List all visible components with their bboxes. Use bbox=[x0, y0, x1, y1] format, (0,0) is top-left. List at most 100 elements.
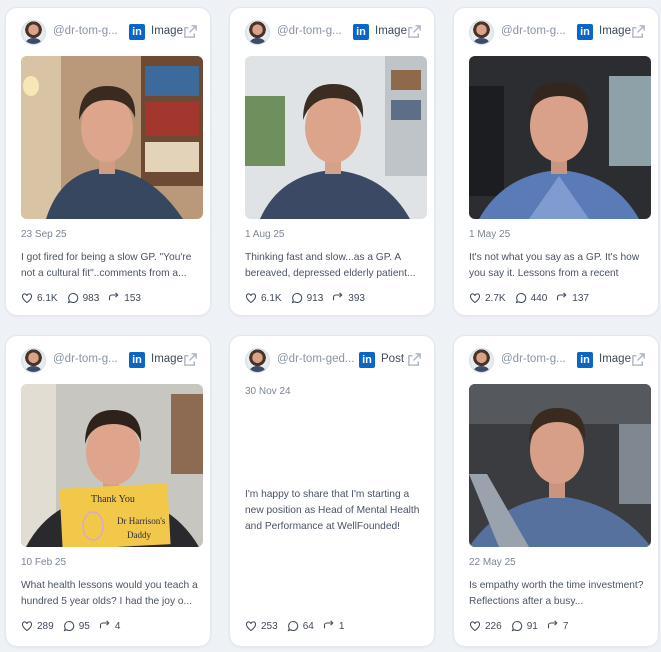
avatar[interactable] bbox=[21, 348, 46, 373]
comment-icon bbox=[291, 292, 302, 304]
repost-icon bbox=[323, 620, 334, 629]
heart-icon bbox=[21, 621, 33, 632]
post-date: 1 Aug 25 bbox=[245, 229, 285, 240]
avatar[interactable] bbox=[469, 348, 494, 373]
post-image[interactable] bbox=[21, 56, 203, 219]
repost-icon bbox=[109, 292, 119, 301]
post-excerpt[interactable]: What health lessons would you teach a hu… bbox=[21, 578, 199, 610]
post-type-label: Post bbox=[381, 353, 405, 365]
comments-count: 913 bbox=[306, 292, 324, 304]
post-image[interactable] bbox=[469, 56, 651, 219]
external-link-icon[interactable] bbox=[631, 24, 646, 39]
card-header: @dr-tom-ged... in Post bbox=[230, 348, 434, 374]
external-link-icon[interactable] bbox=[183, 24, 198, 39]
reposts-count: 153 bbox=[124, 292, 141, 304]
post-card[interactable]: @dr-tom-g... in Image 1 May 25 It's not … bbox=[453, 7, 659, 316]
post-excerpt[interactable]: Is empathy worth the time investment? Re… bbox=[469, 578, 647, 610]
author-handle[interactable]: @dr-tom-ged... bbox=[277, 353, 361, 365]
reposts-count: 4 bbox=[114, 620, 121, 632]
post-type-label: Image bbox=[151, 25, 183, 37]
linkedin-icon: in bbox=[359, 352, 375, 368]
author-handle[interactable]: @dr-tom-g... bbox=[53, 353, 125, 365]
post-date: 23 Sep 25 bbox=[21, 229, 67, 240]
reposts-count: 137 bbox=[572, 292, 589, 304]
post-card[interactable]: @dr-tom-g... in Image 23 Sep 25 I got fi… bbox=[5, 7, 211, 316]
heart-icon bbox=[245, 621, 257, 632]
avatar[interactable] bbox=[469, 20, 494, 45]
post-type-label: Image bbox=[599, 353, 631, 365]
reposts-stat: 1 bbox=[323, 620, 345, 632]
card-text-line: Dr Harrison's bbox=[117, 516, 166, 526]
repost-icon bbox=[333, 292, 343, 301]
author-handle[interactable]: @dr-tom-g... bbox=[501, 25, 573, 37]
comments-stat: 440 bbox=[515, 292, 547, 304]
heart-icon bbox=[469, 621, 481, 632]
post-excerpt[interactable]: Thinking fast and slow...as a GP. A bere… bbox=[245, 250, 423, 282]
heart-icon bbox=[469, 293, 481, 304]
linkedin-icon: in bbox=[129, 24, 145, 40]
post-card[interactable]: @dr-tom-ged... in Post 30 Nov 24 I'm hap… bbox=[229, 335, 435, 647]
comment-icon bbox=[515, 292, 526, 304]
post-image[interactable] bbox=[469, 384, 651, 547]
external-link-icon[interactable] bbox=[407, 24, 422, 39]
reposts-count: 7 bbox=[562, 620, 569, 632]
linkedin-icon: in bbox=[577, 352, 593, 368]
heart-icon bbox=[21, 293, 33, 304]
card-header: @dr-tom-g... in Image bbox=[454, 20, 658, 46]
post-card[interactable]: @dr-tom-g... in Image Thank You Dr Harri… bbox=[5, 335, 211, 647]
comments-stat: 983 bbox=[67, 292, 99, 304]
post-image[interactable]: Thank You Dr Harrison's Daddy bbox=[21, 384, 203, 547]
likes-stat: 2.7K bbox=[469, 292, 506, 304]
avatar[interactable] bbox=[21, 20, 46, 45]
repost-icon bbox=[99, 620, 110, 629]
comments-count: 64 bbox=[302, 620, 314, 632]
card-header: @dr-tom-g... in Image bbox=[6, 348, 210, 374]
post-image[interactable] bbox=[245, 56, 427, 219]
reposts-count: 393 bbox=[348, 292, 365, 304]
likes-stat: 6.1K bbox=[21, 292, 58, 304]
repost-icon bbox=[557, 292, 567, 301]
avatar[interactable] bbox=[245, 348, 270, 373]
post-excerpt[interactable]: I got fired for being a slow GP. "You're… bbox=[21, 250, 199, 282]
post-date: 30 Nov 24 bbox=[245, 386, 291, 397]
post-type-label: Image bbox=[151, 353, 183, 365]
engagement-stats: 226 91 7 bbox=[469, 618, 568, 634]
repost-icon bbox=[547, 620, 558, 629]
card-header: @dr-tom-g... in Image bbox=[6, 20, 210, 46]
engagement-stats: 6.1K 983 153 bbox=[21, 290, 141, 306]
likes-stat: 253 bbox=[245, 620, 278, 632]
author-handle[interactable]: @dr-tom-g... bbox=[501, 353, 573, 365]
comments-stat: 913 bbox=[291, 292, 324, 304]
comments-count: 91 bbox=[526, 620, 538, 632]
external-link-icon[interactable] bbox=[631, 352, 646, 367]
post-text[interactable]: I'm happy to share that I'm starting a n… bbox=[245, 487, 423, 535]
card-text-line: Thank You bbox=[91, 494, 135, 505]
likes-count: 6.1K bbox=[261, 292, 282, 304]
comments-stat: 95 bbox=[63, 620, 90, 632]
engagement-stats: 253 64 1 bbox=[245, 618, 344, 634]
external-link-icon[interactable] bbox=[407, 352, 422, 367]
post-card[interactable]: @dr-tom-g... in Image 1 Aug 25 Thinking … bbox=[229, 7, 435, 316]
post-excerpt[interactable]: It's not what you say as a GP. It's how … bbox=[469, 250, 647, 282]
post-card[interactable]: @dr-tom-g... in Image 22 May 25 Is empat… bbox=[453, 335, 659, 647]
post-date: 1 May 25 bbox=[469, 229, 511, 240]
linkedin-icon: in bbox=[577, 24, 593, 40]
likes-count: 2.7K bbox=[485, 292, 506, 304]
external-link-icon[interactable] bbox=[183, 352, 198, 367]
card-header: @dr-tom-g... in Image bbox=[230, 20, 434, 46]
reposts-stat: 137 bbox=[556, 292, 589, 304]
comment-icon bbox=[287, 620, 298, 632]
reposts-stat: 153 bbox=[108, 292, 141, 304]
likes-stat: 6.1K bbox=[245, 292, 282, 304]
linkedin-icon: in bbox=[353, 24, 369, 40]
reposts-stat: 7 bbox=[547, 620, 569, 632]
likes-count: 226 bbox=[485, 620, 502, 632]
reposts-count: 1 bbox=[338, 620, 345, 632]
comment-icon bbox=[67, 292, 78, 304]
author-handle[interactable]: @dr-tom-g... bbox=[277, 25, 349, 37]
likes-stat: 289 bbox=[21, 620, 54, 632]
author-handle[interactable]: @dr-tom-g... bbox=[53, 25, 125, 37]
card-text-line: Daddy bbox=[127, 530, 151, 540]
reposts-stat: 393 bbox=[332, 292, 365, 304]
avatar[interactable] bbox=[245, 20, 270, 45]
